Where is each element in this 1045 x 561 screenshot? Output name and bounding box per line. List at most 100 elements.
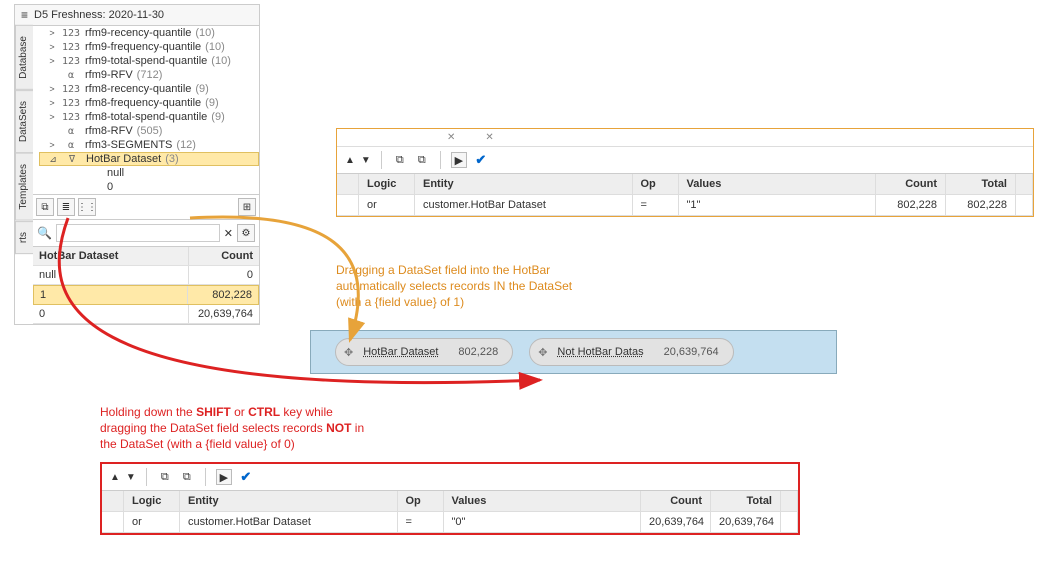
type-icon: α	[61, 140, 81, 151]
cell-values: "0"	[444, 512, 642, 532]
expand-icon[interactable]: >	[47, 56, 57, 66]
col-count[interactable]: Count	[641, 491, 711, 511]
tree-row[interactable]: >123rfm9-frequency-quantile (10)	[39, 40, 259, 54]
check-icon: ✔	[238, 469, 254, 485]
tree-row[interactable]: >123rfm9-recency-quantile (10)	[39, 26, 259, 40]
cell-count: 20,639,764	[641, 512, 711, 532]
cell-op: =	[398, 512, 444, 532]
tree-row[interactable]: null	[39, 166, 259, 180]
col-entity[interactable]: Entity	[180, 491, 398, 511]
col-op[interactable]: Op	[633, 174, 679, 194]
toolbar-btn-1[interactable]: ⧉	[36, 198, 54, 216]
query-row[interactable]: or customer.HotBar Dataset = "0" 20,639,…	[102, 512, 798, 533]
col-op[interactable]: Op	[398, 491, 444, 511]
tree-count: (10)	[211, 55, 231, 67]
tree-label: rfm9-total-spend-quantile	[85, 55, 207, 67]
tree-row[interactable]: >αrfm3-SEGMENTS (12)	[39, 138, 259, 152]
tab-database[interactable]: Database	[15, 25, 33, 90]
tab-datasets[interactable]: DataSets	[15, 90, 33, 153]
grid-cell-value: 1	[34, 286, 188, 304]
expand-icon[interactable]: >	[47, 98, 57, 108]
copy2-icon[interactable]: ⧉	[179, 469, 195, 485]
tree-label: rfm9-RFV	[85, 69, 133, 81]
annotation-orange: Dragging a DataSet field into the HotBar…	[336, 262, 636, 311]
tab-rts[interactable]: rts	[15, 221, 33, 254]
query-grid-header: Logic Entity Op Values Count Total	[337, 174, 1033, 195]
type-icon: 123	[61, 98, 81, 109]
search-settings-icon[interactable]: ⚙	[237, 224, 255, 242]
tree-row[interactable]: >123rfm8-recency-quantile (9)	[39, 82, 259, 96]
clear-icon[interactable]: ✕	[224, 227, 233, 240]
search-input[interactable]	[56, 224, 220, 242]
grid-header-col2[interactable]: Count	[189, 247, 259, 265]
col-total[interactable]: Total	[711, 491, 781, 511]
query-tab[interactable]: ✕	[485, 132, 493, 143]
play-icon[interactable]: ▶	[216, 469, 232, 485]
expand-icon[interactable]: >	[47, 112, 57, 122]
grid-header-col1[interactable]: HotBar Dataset	[33, 247, 189, 265]
expand-icon[interactable]: >	[47, 140, 57, 150]
cell-count: 802,228	[876, 195, 946, 215]
query-tab[interactable]: ✕	[447, 132, 455, 143]
col-count[interactable]: Count	[876, 174, 946, 194]
col-logic[interactable]: Logic	[124, 491, 180, 511]
toolbar-btn-2[interactable]: ≣	[57, 198, 75, 216]
cell-op: =	[633, 195, 679, 215]
toolbar-btn-3[interactable]: ⋮⋮	[78, 198, 96, 216]
expand-icon[interactable]: >	[47, 42, 57, 52]
tree-label: HotBar Dataset	[86, 153, 161, 165]
grid-row[interactable]: null0	[33, 266, 259, 285]
copy2-icon[interactable]: ⧉	[414, 152, 430, 168]
tree-label: rfm3-SEGMENTS	[85, 139, 172, 151]
expand-icon[interactable]: >	[47, 84, 57, 94]
up-icon[interactable]: ▲	[345, 155, 355, 166]
query-row[interactable]: or customer.HotBar Dataset = "1" 802,228…	[337, 195, 1033, 216]
copy-icon[interactable]: ⧉	[392, 152, 408, 168]
col-entity[interactable]: Entity	[415, 174, 633, 194]
tree-row[interactable]: 0	[39, 180, 259, 194]
grid-row[interactable]: 020,639,764	[33, 305, 259, 324]
play-icon[interactable]: ▶	[451, 152, 467, 168]
tree-label: rfm8-recency-quantile	[85, 83, 191, 95]
chip-label: Not HotBar Datas	[557, 346, 643, 358]
col-values[interactable]: Values	[444, 491, 642, 511]
query-toolbar: ▲ ▼ ⧉ ⧉ ▶ ✔	[102, 464, 798, 491]
tree-row[interactable]: ⊿∇HotBar Dataset (3)	[39, 152, 259, 166]
chip-label: HotBar Dataset	[363, 346, 438, 358]
down-icon[interactable]: ▼	[126, 472, 136, 483]
tree-row[interactable]: αrfm8-RFV (505)	[39, 124, 259, 138]
type-icon: 123	[61, 56, 81, 67]
tree-row[interactable]: >123rfm8-total-spend-quantile (9)	[39, 110, 259, 124]
col-logic[interactable]: Logic	[359, 174, 415, 194]
tree-row[interactable]: >123 rfm9-total-spend-quantile (10)	[39, 54, 259, 68]
side-tabs: Database DataSets Templates rts	[15, 25, 33, 345]
tree-count: (3)	[165, 153, 178, 165]
grid-row[interactable]: 1802,228	[33, 285, 259, 305]
type-icon: α	[61, 126, 81, 137]
tab-templates[interactable]: Templates	[15, 153, 33, 221]
up-icon[interactable]: ▲	[110, 472, 120, 483]
grid-cell-count: 0	[189, 266, 259, 284]
db-icon: ≡	[21, 8, 28, 22]
hotbar-chip-not[interactable]: ✥ Not HotBar Datas 20,639,764	[529, 338, 733, 366]
toolbar-btn-4[interactable]: ⊞	[238, 198, 256, 216]
values-grid: HotBar Dataset Count null01802,228020,63…	[33, 246, 259, 324]
tree-row[interactable]: αrfm9-RFV (712)	[39, 68, 259, 82]
type-icon: 123	[61, 28, 81, 39]
cell-values: "1"	[679, 195, 877, 215]
col-total[interactable]: Total	[946, 174, 1016, 194]
tree-label: 0	[107, 181, 113, 193]
hotbar-chip-in[interactable]: ✥ HotBar Dataset 802,228	[335, 338, 513, 366]
hotbar[interactable]: ✥ HotBar Dataset 802,228 ✥ Not HotBar Da…	[310, 330, 837, 374]
tree-row[interactable]: >123rfm8-frequency-quantile (9)	[39, 96, 259, 110]
type-icon: 123	[61, 84, 81, 95]
expand-icon[interactable]: ⊿	[48, 154, 58, 165]
cell-logic: or	[359, 195, 415, 215]
col-values[interactable]: Values	[679, 174, 877, 194]
query-panel-in: ✕ ✕ ▲ ▼ ⧉ ⧉ ▶ ✔ Logic Entity Op Values C…	[336, 128, 1034, 217]
copy-icon[interactable]: ⧉	[157, 469, 173, 485]
expand-icon[interactable]: >	[47, 28, 57, 38]
chip-count: 20,639,764	[664, 346, 719, 358]
down-icon[interactable]: ▼	[361, 155, 371, 166]
search-box: 🔍 ✕ ⚙	[33, 219, 259, 246]
